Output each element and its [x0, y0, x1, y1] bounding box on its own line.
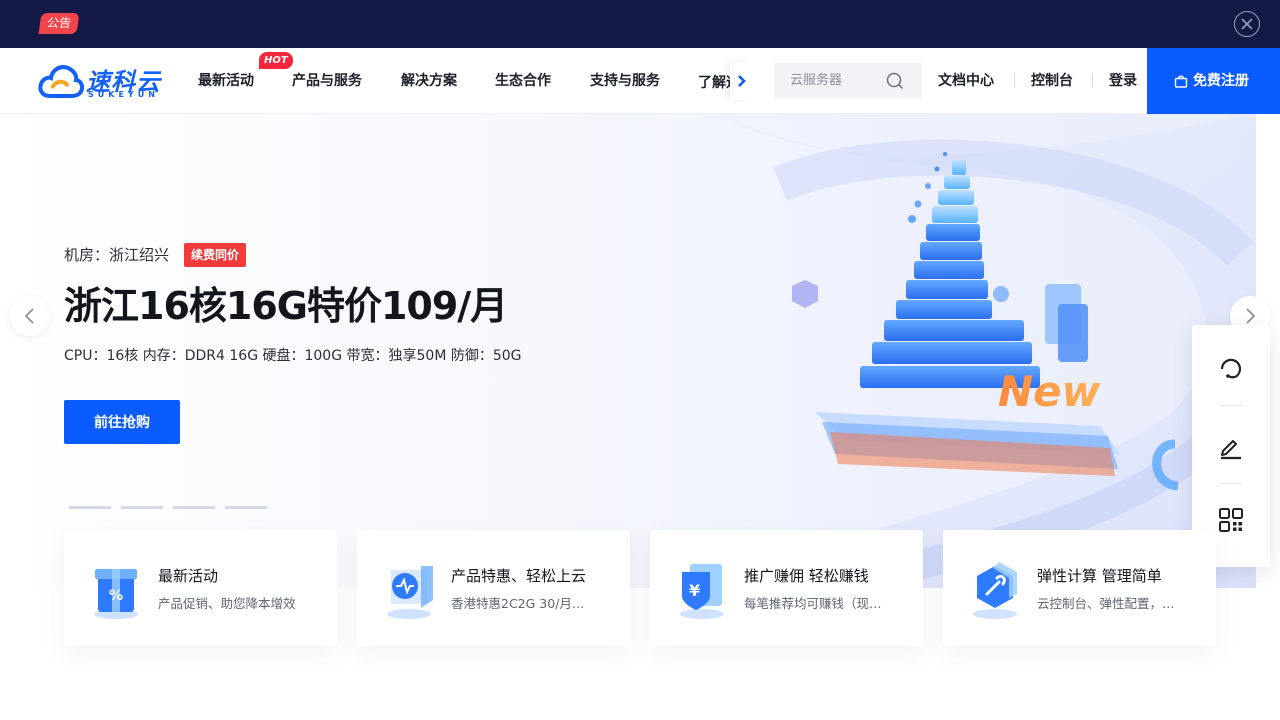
gift-bag-icon [1174, 75, 1188, 88]
hero-location: 机房：浙江绍兴 [64, 246, 170, 264]
announcement-badge[interactable]: 公告 [38, 13, 80, 34]
contact-service-button[interactable] [1192, 329, 1270, 407]
hero-specs: CPU：16核 内存：DDR4 16G 硬盘：100G 带宽：独享50M 防御：… [64, 348, 522, 364]
svg-text:¥: ¥ [689, 581, 700, 600]
nav-item-about-clip: 了解速科云 [698, 72, 730, 92]
hero-tag: 续费同价 [184, 243, 247, 267]
slide-indicator-1[interactable] [69, 506, 111, 509]
nav-item-about[interactable]: 了解速科云 [698, 75, 730, 91]
chevron-right-icon [738, 75, 746, 87]
nav-item-support[interactable]: 支持与服务 [590, 72, 660, 90]
nav-item-products[interactable]: 产品与服务 [292, 72, 362, 90]
hero-title: 浙江16核16G特价109/月 [64, 284, 508, 328]
close-announcement-button[interactable] [1234, 11, 1260, 37]
search-icon[interactable] [886, 72, 904, 90]
register-label: 免费注册 [1193, 73, 1249, 89]
card-title: 推广赚佣 轻松赚钱 [744, 567, 869, 585]
qr-code-icon [1219, 508, 1243, 532]
nav-scroll-right-button[interactable] [730, 62, 754, 100]
feature-card-activities[interactable]: % 最新活动 产品促销、助您降本增效 [64, 530, 337, 646]
header-divider [1092, 73, 1093, 88]
nav-item-activities[interactable]: 最新活动 [198, 72, 254, 90]
customer-service-icon [1220, 358, 1242, 379]
close-icon [1241, 18, 1253, 30]
register-button[interactable]: 免费注册 [1147, 48, 1280, 114]
logo-subtitle: SUKEYUN [88, 90, 159, 99]
chevron-left-icon [24, 308, 34, 324]
login-link[interactable]: 登录 [1109, 72, 1137, 90]
search-input[interactable] [774, 63, 884, 98]
chevron-right-icon [1246, 308, 1256, 324]
svg-text:%: % [109, 588, 123, 604]
console-link[interactable]: 控制台 [1031, 72, 1073, 90]
logo[interactable]: 速科云 SUKEYUN [38, 62, 170, 102]
card-description: 每笔推荐均可赚钱（现… [744, 596, 882, 611]
buy-now-button[interactable]: 前往抢购 [64, 400, 180, 444]
toolbar-divider [1219, 405, 1243, 406]
search-box [774, 63, 922, 98]
gift-box-icon: % [94, 569, 138, 619]
hero-new-word: New [998, 367, 1101, 416]
nav-item-ecosystem[interactable]: 生态合作 [495, 72, 551, 90]
feature-card-offers[interactable]: 产品特惠、轻松上云 香港特惠2C2G 30/月… [357, 530, 630, 646]
card-title: 产品特惠、轻松上云 [451, 567, 587, 585]
hero-banner: New 机房：浙江绍兴 续费同价 浙江16核16G特价109/月 CPU：16核… [0, 114, 1280, 588]
feature-card-referral[interactable]: ¥ 推广赚佣 轻松赚钱 每笔推荐均可赚钱（现… [650, 530, 923, 646]
header-divider [1014, 73, 1015, 88]
card-description: 云控制台、弹性配置，… [1037, 596, 1175, 611]
announcement-bar: 公告 [0, 0, 1280, 48]
hot-badge: HOT [259, 52, 293, 69]
card-title: 最新活动 [158, 567, 219, 585]
monitor-chart-icon [387, 566, 433, 619]
edit-icon [1221, 440, 1241, 460]
card-title: 弹性计算 管理简单 [1037, 567, 1162, 585]
slide-indicator-4[interactable] [225, 506, 267, 509]
docs-link[interactable]: 文档中心 [938, 72, 994, 90]
wrench-gear-icon [973, 562, 1017, 619]
feedback-button[interactable] [1192, 407, 1270, 485]
yen-shield-icon: ¥ [680, 564, 724, 619]
feature-card-elastic[interactable]: 弹性计算 管理简单 云控制台、弹性配置，… [943, 530, 1216, 646]
slide-indicator-3[interactable] [173, 506, 215, 509]
card-description: 产品促销、助您降本增效 [158, 596, 296, 611]
slide-indicator-2[interactable] [121, 506, 163, 509]
card-description: 香港特惠2C2G 30/月… [451, 596, 585, 611]
prev-slide-button[interactable] [10, 296, 50, 336]
nav-item-solutions[interactable]: 解决方案 [401, 72, 457, 90]
cloud-logo-icon [38, 65, 84, 98]
